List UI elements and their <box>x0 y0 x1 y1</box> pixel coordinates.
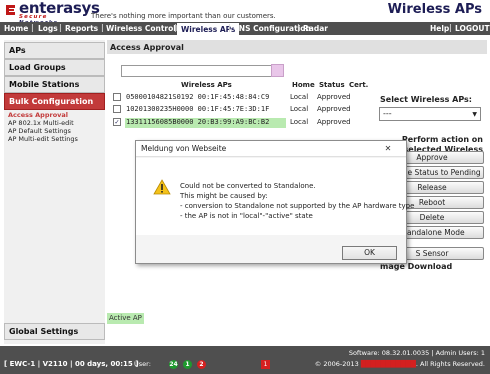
user-label: User: <box>134 360 151 368</box>
row-status: Approved <box>317 105 351 113</box>
select-aps-value: --- <box>383 109 392 118</box>
row-status: Approved <box>317 118 351 126</box>
row-ap: 13311156085B0000 20:B3:99:A9:BC:B2 <box>125 118 286 128</box>
active-ap-legend: Active AP <box>107 313 144 324</box>
row-checkbox[interactable]: ✓ <box>113 118 121 126</box>
table-row[interactable]: ✓ 13311156085B0000 20:B3:99:A9:BC:B2 Loc… <box>110 116 372 128</box>
sidebar-sub-ap-multi-edit-settings[interactable]: AP Multi-edit Settings <box>8 135 78 143</box>
nav-logout[interactable]: LOGOUT <box>452 23 490 34</box>
select-aps-label: Select Wireless APs: <box>380 95 472 104</box>
nav-reports[interactable]: Reports <box>62 23 101 34</box>
dialog-body: Could not be converted to Standalone. Th… <box>136 158 414 235</box>
table-row[interactable]: 10201300235H0000 00:1F:45:7E:3D:1F Local… <box>110 103 372 115</box>
nav-radar[interactable]: Radar <box>300 23 331 34</box>
software-version: Software: 08.32.01.0035 | Admin Users: 1 <box>348 349 485 357</box>
chevron-down-icon: ▼ <box>472 111 477 118</box>
warning-icon <box>153 179 171 195</box>
logo-mark-icon <box>6 5 15 15</box>
row-ap: 05000104821S0192 00:1F:45:48:84:C9 <box>126 93 270 101</box>
section-title: Access Approval <box>107 40 487 54</box>
status-footer: [ EWC-1 | V2110 | 00 days, 00:15 ] User:… <box>0 346 490 374</box>
nav-logs[interactable]: Logs <box>35 23 61 34</box>
ok-button[interactable]: OK <box>342 246 397 260</box>
row-ap: 10201300235H0000 00:1F:45:7E:3D:1F <box>126 105 270 113</box>
sidebar-sub-ap-default-settings[interactable]: AP Default Settings <box>8 127 71 135</box>
search-input[interactable] <box>121 65 284 77</box>
row-home: Local <box>290 105 309 113</box>
dialog-message-line: - conversion to Standalone not supported… <box>180 202 415 210</box>
table-header: Wireless APs Home Status Cert. <box>110 80 371 91</box>
select-aps-dropdown[interactable]: --- ▼ <box>379 107 481 121</box>
sidebar-item-global-settings[interactable]: Global Settings <box>4 323 105 340</box>
row-home: Local <box>290 93 309 101</box>
row-checkbox[interactable] <box>113 105 121 113</box>
column-header-aps[interactable]: Wireless APs <box>181 81 232 89</box>
system-info: [ EWC-1 | V2110 | 00 days, 00:15 ] <box>4 360 139 368</box>
column-header-status[interactable]: Status <box>319 81 345 89</box>
column-header-cert[interactable]: Cert. <box>349 81 368 89</box>
table-row[interactable]: 05000104821S0192 00:1F:45:48:84:C9 Local… <box>110 91 372 103</box>
status-badge[interactable]: 2 <box>197 360 206 369</box>
row-status: Approved <box>317 93 351 101</box>
row-home: Local <box>290 118 309 126</box>
close-icon[interactable]: ✕ <box>371 143 405 155</box>
enterasys-logo[interactable]: enterasys Secure Networks <box>4 0 100 26</box>
sidebar: APs Load Groups Mobile Stations Bulk Con… <box>4 40 105 344</box>
sidebar-sub-access-approval[interactable]: Access Approval <box>8 111 68 119</box>
nav-home[interactable]: Home <box>1 23 31 34</box>
sidebar-item-mobile-stations[interactable]: Mobile Stations <box>4 76 105 93</box>
dialog-message-line: Could not be converted to Standalone. <box>180 182 316 190</box>
top-nav: Home | Logs | Reports | Wireless Control… <box>0 22 490 36</box>
tagline: There's nothing more important than our … <box>91 12 276 20</box>
status-badge[interactable]: 24 <box>169 360 178 369</box>
status-badge[interactable]: 1 <box>183 360 192 369</box>
search-icon[interactable] <box>271 64 284 77</box>
alarm-badge[interactable]: 1 <box>261 360 270 369</box>
dialog-message-line: This might be caused by: <box>180 192 268 200</box>
alert-dialog: Meldung von Webseite ✕ Could not be conv… <box>135 140 414 264</box>
sidebar-item-load-groups[interactable]: Load Groups <box>4 59 105 76</box>
page-title: Wireless APs <box>387 2 482 17</box>
column-header-home[interactable]: Home <box>292 81 315 89</box>
row-checkbox[interactable] <box>113 93 121 101</box>
sidebar-sub-8021x-multi-edit[interactable]: AP 802.1x Multi-edit <box>8 119 74 127</box>
sidebar-item-aps[interactable]: APs <box>4 42 105 59</box>
copyright: © 2006-2013 ███████████. All Rights Rese… <box>314 360 485 368</box>
sidebar-item-bulk-configuration[interactable]: Bulk Configuration <box>4 93 105 110</box>
dialog-message-line: - the AP is not in "local"-"active" stat… <box>180 212 313 220</box>
page-header: enterasys Secure Networks There's nothin… <box>0 0 490 26</box>
dialog-title: Meldung von Webseite <box>136 141 406 157</box>
